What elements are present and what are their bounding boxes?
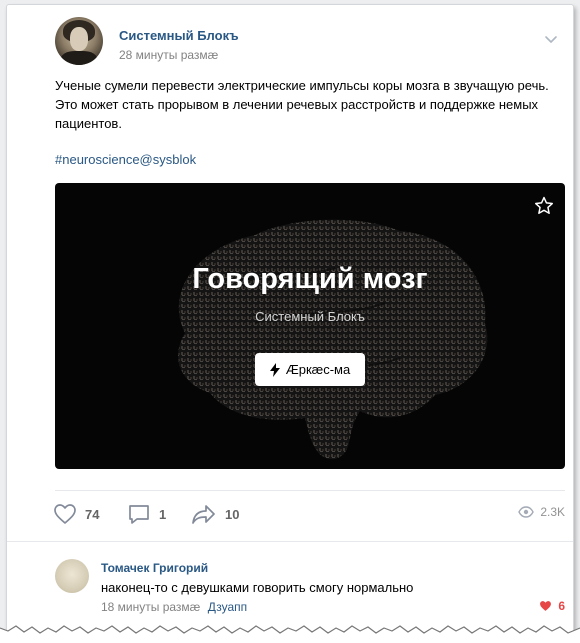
snippet-source: Системный Блокъ [255, 309, 365, 324]
comment-time[interactable]: 18 минуты размæ [101, 600, 200, 614]
comments-divider [7, 541, 573, 542]
comment-button[interactable]: 1 [127, 503, 166, 525]
instant-view-button[interactable]: Æркæс-ма [255, 353, 365, 386]
views-counter: 2.3K [518, 505, 565, 519]
heart-filled-icon [540, 601, 552, 611]
comment-count: 1 [159, 506, 167, 522]
comment-text: наконец-то с девушками говорить смогу но… [101, 580, 414, 595]
views-count: 2.3K [540, 505, 565, 519]
like-count: 74 [85, 506, 100, 522]
post-hashtag[interactable]: #neuroscience@sysblok [55, 152, 196, 167]
post-text: Ученые сумели перевести электрические им… [55, 78, 549, 131]
reply-button[interactable]: Дзуапп [208, 600, 247, 614]
lightning-icon [269, 362, 280, 377]
post-card: Системный Блокъ 28 минуты размæ Ученые с… [6, 4, 574, 640]
share-icon [192, 505, 215, 524]
article-snippet[interactable]: Говорящий мозг Системный Блокъ Æркæс-ма [55, 183, 565, 469]
post-header: Системный Блокъ 28 минуты размæ [7, 17, 573, 65]
comment-like-button[interactable]: 6 [539, 599, 565, 613]
post-actions: 74 1 10 2.3K [53, 503, 565, 527]
share-count: 10 [225, 506, 240, 522]
snippet-title[interactable]: Говорящий мозг [55, 263, 565, 296]
post-author[interactable]: Системный Блокъ [119, 28, 239, 43]
comment-icon [129, 505, 149, 524]
brain-image [178, 219, 488, 460]
comment-like-count: 6 [558, 599, 565, 613]
comment-author[interactable]: Томачек Григорий [101, 561, 208, 575]
torn-edge [0, 625, 580, 643]
instant-view-label: Æркæс-ма [285, 362, 351, 377]
comment-item: Томачек Григорий наконец-то с девушками … [55, 555, 565, 625]
share-button[interactable]: 10 [191, 503, 239, 525]
author-avatar[interactable] [55, 17, 103, 65]
actions-divider [55, 490, 565, 491]
comment-meta: 18 минуты размæ Дзуапп [101, 600, 247, 614]
commenter-avatar[interactable] [55, 559, 89, 593]
like-button[interactable]: 74 [53, 503, 99, 525]
heart-icon [54, 504, 76, 524]
star-icon[interactable] [533, 195, 555, 217]
chevron-down-icon[interactable] [543, 31, 559, 47]
eye-icon [518, 506, 535, 518]
post-time[interactable]: 28 минуты размæ [119, 48, 218, 62]
